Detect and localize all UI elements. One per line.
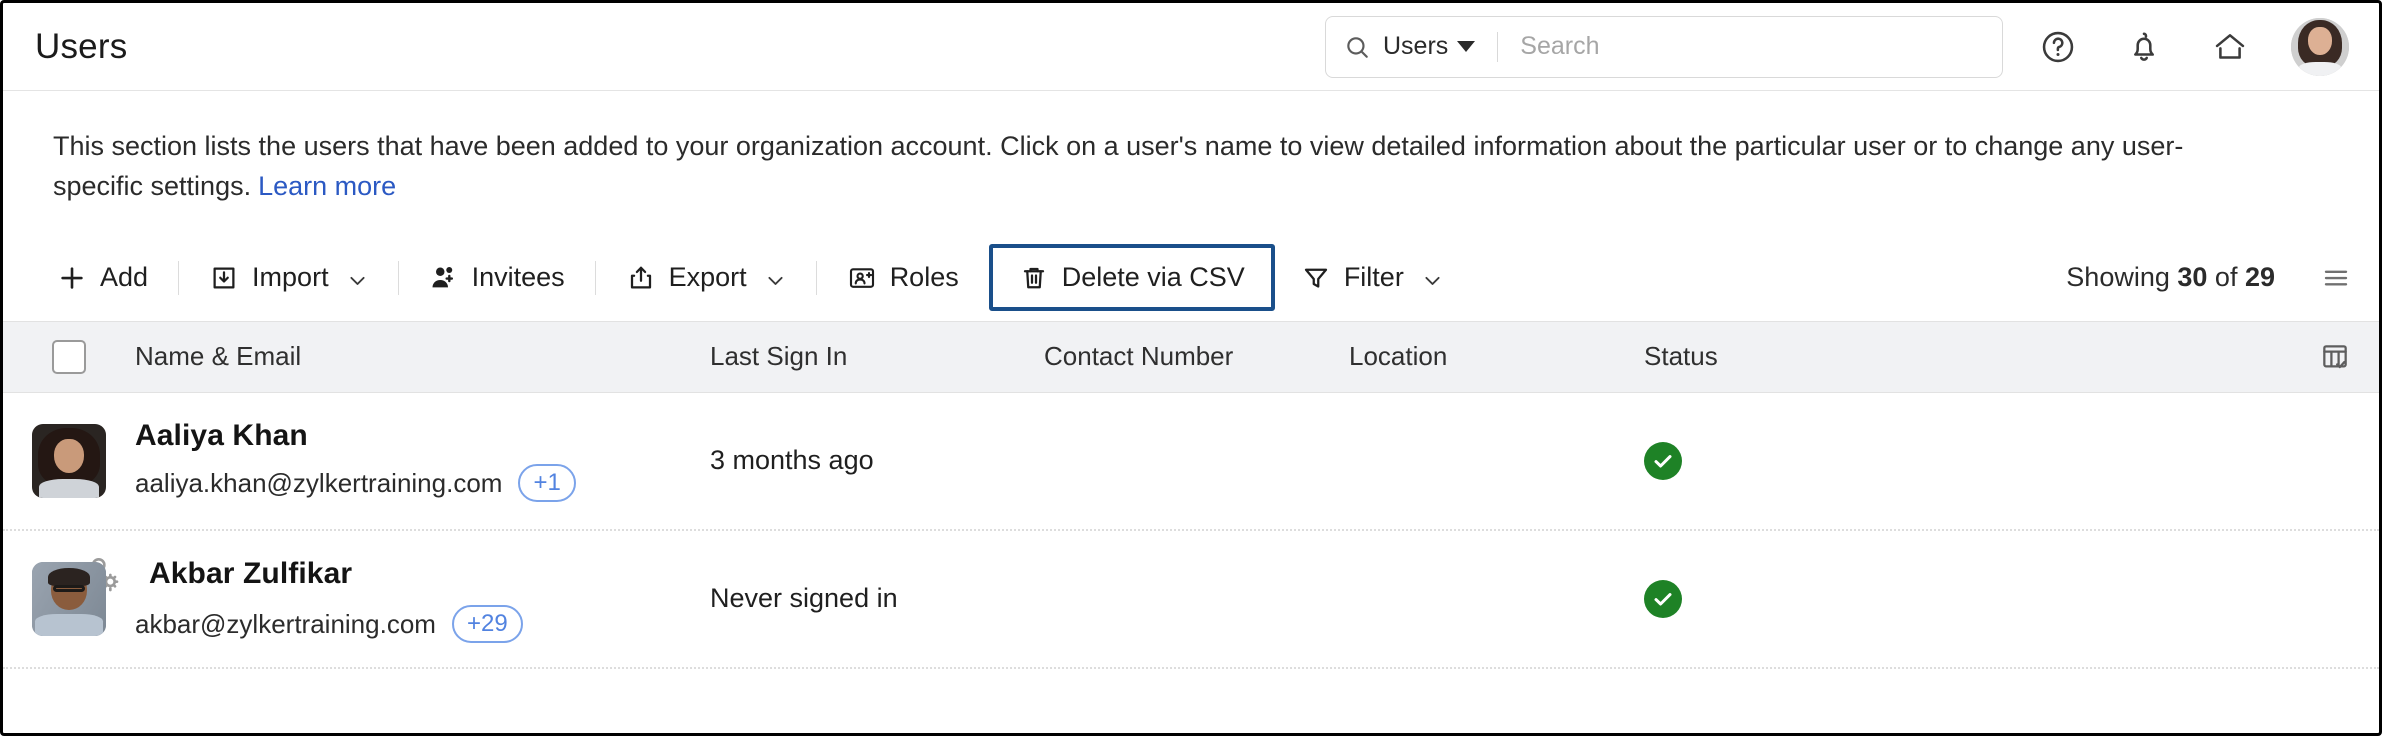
import-icon — [209, 263, 239, 293]
search-scope-label: Users — [1383, 32, 1448, 61]
trash-icon — [1019, 263, 1049, 293]
row-name-wrap: Aaliya Khan — [135, 419, 710, 453]
export-icon — [626, 263, 656, 293]
home-icon[interactable] — [2199, 16, 2261, 78]
user-avatar[interactable] — [2291, 18, 2349, 76]
row-status-cell — [1644, 580, 2351, 618]
user-email: akbar@zylkertraining.com — [135, 609, 436, 640]
select-all-cell — [3, 340, 135, 374]
extra-emails-badge[interactable]: +1 — [518, 464, 575, 502]
import-label: Import — [252, 262, 329, 293]
search-divider — [1497, 32, 1498, 62]
search-icon — [1344, 34, 1370, 60]
toolbar-right-group: Showing 30 of 29 — [2066, 262, 2351, 293]
column-header-status[interactable]: Status — [1644, 341, 2319, 372]
user-email: aaliya.khan@zylkertraining.com — [135, 468, 502, 499]
toolbar-divider — [178, 261, 179, 295]
search-scope-selector[interactable]: Users — [1383, 32, 1475, 61]
aaliya-khan-avatar — [32, 424, 106, 498]
users-window: Users Users — [0, 0, 2382, 736]
invitees-label: Invitees — [472, 262, 565, 293]
filter-label: Filter — [1344, 262, 1404, 293]
column-settings-icon[interactable] — [2319, 341, 2351, 373]
row-last-signin: Never signed in — [710, 583, 1044, 614]
row-name-wrap: Akbar Zulfikar — [135, 554, 710, 594]
import-button[interactable]: Import — [205, 252, 372, 303]
user-name-link[interactable]: Akbar Zulfikar — [149, 557, 352, 591]
column-header-contact[interactable]: Contact Number — [1044, 341, 1349, 372]
header-right-group: Users — [1325, 16, 2349, 78]
chevron-down-icon — [1457, 41, 1475, 52]
search-input[interactable] — [1520, 32, 1984, 61]
avatar-photo — [2291, 18, 2349, 76]
column-header-name[interactable]: Name & Email — [135, 341, 710, 372]
add-label: Add — [100, 262, 148, 293]
row-email-line: akbar@zylkertraining.com +29 — [135, 605, 710, 643]
export-button[interactable]: Export — [622, 252, 790, 303]
notifications-bell-icon[interactable] — [2113, 16, 2175, 78]
toolbar-divider — [595, 261, 596, 295]
users-table: Name & Email Last Sign In Contact Number… — [3, 321, 2379, 669]
page-title: Users — [35, 27, 127, 67]
actions-toolbar: Add Import — [3, 235, 2379, 321]
row-last-signin: 3 months ago — [710, 445, 1044, 476]
row-status-cell — [1644, 442, 2351, 480]
select-all-checkbox[interactable] — [52, 340, 86, 374]
roles-button[interactable]: Roles — [843, 252, 963, 303]
column-header-signin[interactable]: Last Sign In — [710, 341, 1044, 372]
showing-middle: of — [2207, 262, 2245, 292]
chevron-down-icon — [1422, 267, 1443, 288]
row-email-line: aaliya.khan@zylkertraining.com +1 — [135, 464, 710, 502]
chevron-down-icon — [765, 267, 786, 288]
row-name-cell: Aaliya Khan aaliya.khan@zylkertraining.c… — [135, 419, 710, 502]
help-icon[interactable] — [2027, 16, 2089, 78]
user-name-link[interactable]: Aaliya Khan — [135, 419, 308, 453]
table-header-row: Name & Email Last Sign In Contact Number… — [3, 321, 2379, 393]
showing-total-count: 29 — [2245, 262, 2275, 292]
filter-icon — [1301, 263, 1331, 293]
delete-via-csv-button[interactable]: Delete via CSV — [989, 244, 1275, 311]
showing-prefix: Showing — [2066, 262, 2177, 292]
column-header-location[interactable]: Location — [1349, 341, 1644, 372]
learn-more-link[interactable]: Learn more — [258, 171, 396, 201]
delete-via-csv-label: Delete via CSV — [1062, 262, 1245, 293]
akbar-zulfikar-avatar — [32, 562, 106, 636]
roles-label: Roles — [890, 262, 959, 293]
invitees-button[interactable]: Invitees — [425, 252, 569, 303]
add-button[interactable]: Add — [53, 252, 152, 303]
export-label: Export — [669, 262, 747, 293]
app-header: Users Users — [3, 3, 2379, 91]
roles-icon — [847, 263, 877, 293]
list-view-icon[interactable] — [2321, 263, 2351, 293]
filter-button[interactable]: Filter — [1297, 252, 1447, 303]
showing-visible-count: 30 — [2177, 262, 2207, 292]
toolbar-divider — [816, 261, 817, 295]
status-badge-active — [1644, 580, 1682, 618]
chevron-down-icon — [347, 267, 368, 288]
global-search-box[interactable]: Users — [1325, 16, 2003, 78]
table-row[interactable]: Akbar Zulfikar akbar@zylkertraining.com … — [3, 531, 2379, 669]
showing-count: Showing 30 of 29 — [2066, 262, 2275, 293]
table-row[interactable]: Aaliya Khan aaliya.khan@zylkertraining.c… — [3, 393, 2379, 531]
row-name-cell: Akbar Zulfikar akbar@zylkertraining.com … — [135, 554, 710, 643]
section-description: This section lists the users that have b… — [3, 91, 2333, 207]
row-avatar-cell — [3, 424, 135, 498]
toolbar-divider — [398, 261, 399, 295]
extra-emails-badge[interactable]: +29 — [452, 605, 523, 643]
status-badge-active — [1644, 442, 1682, 480]
invitees-icon — [429, 263, 459, 293]
plus-icon — [57, 263, 87, 293]
